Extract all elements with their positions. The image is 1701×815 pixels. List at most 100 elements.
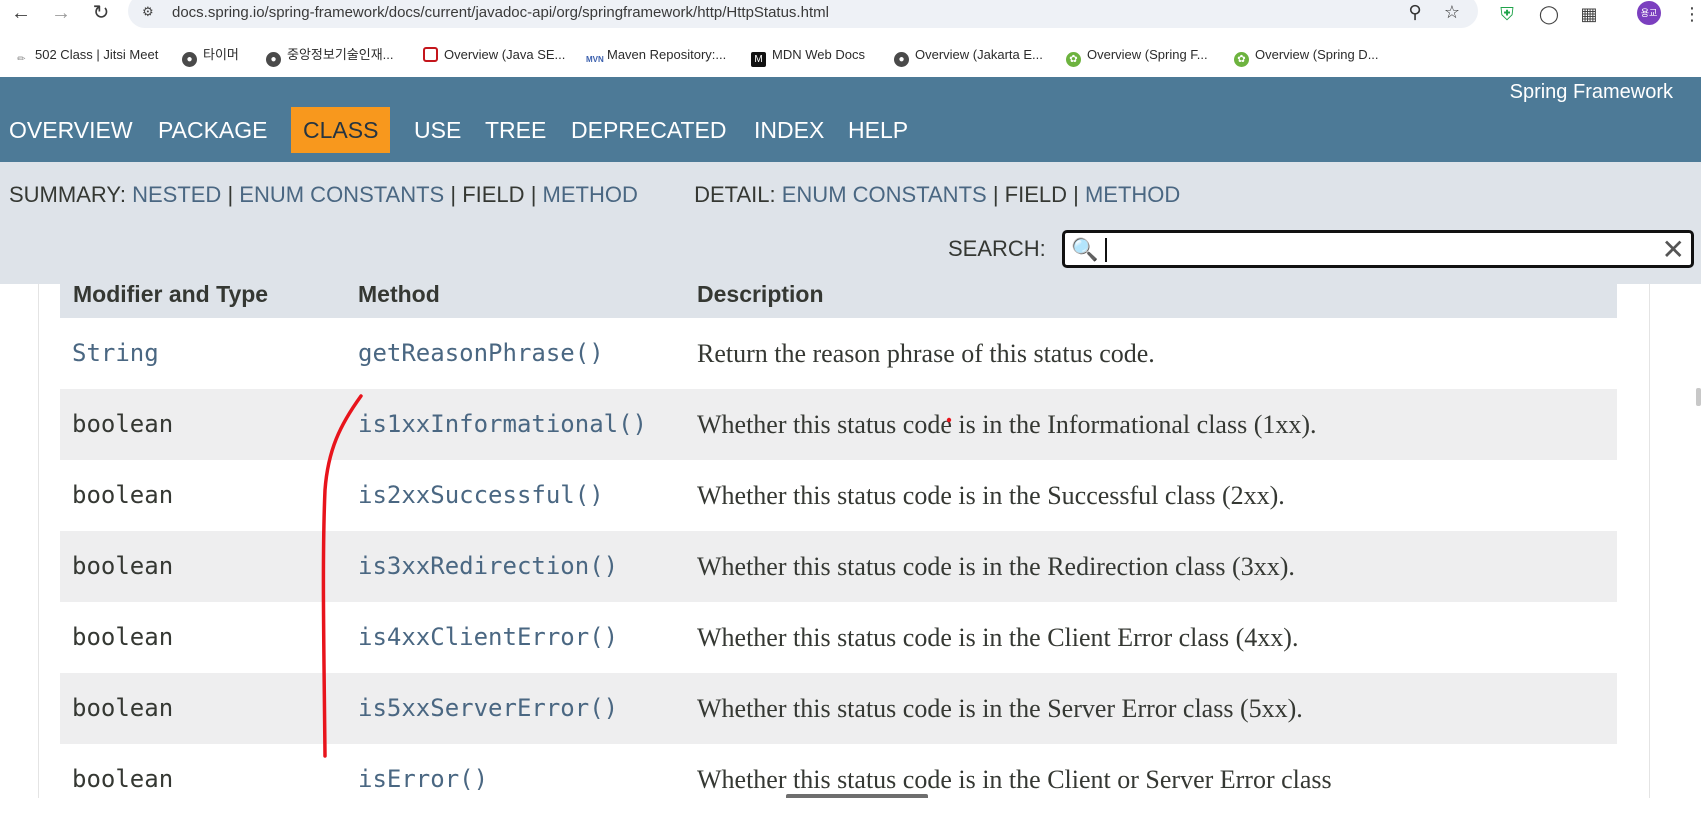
- separator: |: [992, 182, 999, 207]
- search-label: SEARCH:: [948, 236, 1046, 261]
- nav-index[interactable]: INDEX: [742, 107, 836, 153]
- bookmark-item[interactable]: ● 타이머: [182, 43, 239, 67]
- detail-method-link[interactable]: METHOD: [1085, 182, 1180, 207]
- return-type: boolean: [72, 694, 174, 722]
- zoom-icon[interactable]: ⚲: [1404, 1, 1426, 23]
- bookmark-item[interactable]: ● Overview (Jakarta E...: [894, 43, 1043, 67]
- method-description: Whether this status code is in the Clien…: [697, 765, 1332, 794]
- bookmark-label: Maven Repository:...: [607, 47, 727, 62]
- nav-deprecated[interactable]: DEPRECATED: [559, 107, 739, 153]
- column-header-description: Description: [697, 281, 824, 307]
- method-link[interactable]: getReasonPhrase(): [358, 318, 604, 389]
- return-type-link[interactable]: String: [72, 318, 159, 389]
- table-row: boolean isError() Whether this status co…: [60, 744, 1617, 815]
- scrollbar-thumb[interactable]: [1696, 388, 1701, 406]
- browser-toolbar: ← → ↻ ⚙ docs.spring.io/spring-framework/…: [0, 0, 1701, 77]
- javadoc-sub-nav: SUMMARY: NESTED | ENUM CONSTANTS | FIELD…: [0, 162, 1701, 284]
- nav-class[interactable]: CLASS: [291, 107, 391, 153]
- bookmark-label: Overview (Spring F...: [1087, 47, 1208, 62]
- search-icon: 🔍: [1071, 237, 1099, 262]
- detail-field-text: FIELD: [1004, 182, 1068, 207]
- bookmark-label: Overview (Spring D...: [1255, 47, 1379, 62]
- back-icon[interactable]: ←: [8, 2, 34, 24]
- spring-icon: ✿: [1234, 52, 1249, 67]
- summary-method-link[interactable]: METHOD: [543, 182, 638, 207]
- nav-overview[interactable]: OVERVIEW: [0, 107, 145, 153]
- summary-field-text: FIELD: [462, 182, 525, 207]
- brand-title: Spring Framework: [1509, 81, 1673, 103]
- separator: |: [227, 182, 234, 207]
- return-type: boolean: [72, 765, 174, 793]
- method-link[interactable]: is4xxClientError(): [358, 602, 618, 673]
- globe-icon: ●: [894, 52, 909, 67]
- table-row: boolean is1xxInformational() Whether thi…: [60, 389, 1617, 460]
- spring-icon: ✿: [1066, 52, 1081, 67]
- bottom-indicator: [786, 794, 928, 798]
- detail-label: DETAIL:: [694, 182, 776, 207]
- return-type: boolean: [72, 623, 174, 651]
- shield-extension-icon[interactable]: ⛨: [1495, 2, 1519, 26]
- bookmark-item[interactable]: ✿ Overview (Spring D...: [1234, 43, 1379, 67]
- method-link[interactable]: is1xxInformational(): [358, 389, 647, 460]
- bookmark-item[interactable]: ✏ 502 Class | Jitsi Meet: [14, 43, 158, 67]
- method-description: Whether this status code is in the Succe…: [697, 481, 1285, 510]
- return-type: boolean: [72, 552, 174, 580]
- separator: |: [450, 182, 457, 207]
- bookmark-item[interactable]: ✿ Overview (Spring F...: [1066, 43, 1208, 67]
- nav-tree[interactable]: TREE: [473, 107, 558, 153]
- method-link[interactable]: is3xxRedirection(): [358, 531, 618, 602]
- column-header-method: Method: [358, 281, 440, 307]
- globe-icon: ●: [182, 52, 197, 67]
- summary-nested-link[interactable]: NESTED: [132, 182, 221, 207]
- table-row: boolean is2xxSuccessful() Whether this s…: [60, 460, 1617, 531]
- bookmark-star-icon[interactable]: ☆: [1441, 1, 1463, 23]
- table-row: boolean is5xxServerError() Whether this …: [60, 673, 1617, 744]
- bookmark-label: MDN Web Docs: [772, 47, 865, 62]
- extension-circle-icon[interactable]: ◯: [1537, 2, 1561, 26]
- oracle-icon: [423, 47, 438, 62]
- bookmark-label: 타이머: [203, 47, 239, 62]
- search-input[interactable]: 🔍 ✕: [1062, 230, 1694, 268]
- method-link[interactable]: is2xxSuccessful(): [358, 460, 604, 531]
- return-type: boolean: [72, 481, 174, 509]
- bookmark-item[interactable]: MVN Maven Repository:...: [586, 43, 726, 67]
- reload-icon[interactable]: ↻: [88, 2, 114, 24]
- bookmark-item[interactable]: Overview (Java SE...: [423, 43, 565, 67]
- bookmark-label: 중앙정보기술인재...: [287, 47, 394, 62]
- javadoc-top-nav: OVERVIEW PACKAGE CLASS USE TREE DEPRECAT…: [0, 77, 1701, 162]
- method-description: Return the reason phrase of this status …: [697, 339, 1155, 368]
- clear-search-icon[interactable]: ✕: [1662, 234, 1685, 266]
- site-info-icon[interactable]: ⚙: [142, 5, 158, 19]
- globe-icon: ●: [266, 52, 281, 67]
- separator: |: [1073, 182, 1079, 207]
- forward-icon[interactable]: →: [48, 2, 74, 24]
- table-row: String getReasonPhrase() Return the reas…: [60, 318, 1617, 389]
- bookmark-label: Overview (Jakarta E...: [915, 47, 1043, 62]
- summary-label: SUMMARY:: [9, 182, 126, 207]
- detail-enum-constants-link[interactable]: ENUM CONSTANTS: [782, 182, 987, 207]
- profile-avatar[interactable]: 용교: [1637, 1, 1661, 25]
- column-header-type: Modifier and Type: [73, 281, 269, 307]
- method-description: Whether this status code is in the Serve…: [697, 694, 1303, 723]
- bookmark-item[interactable]: M MDN Web Docs: [751, 43, 865, 67]
- method-link[interactable]: isError(): [358, 744, 488, 815]
- table-row: boolean is4xxClientError() Whether this …: [60, 602, 1617, 673]
- url-text[interactable]: docs.spring.io/spring-framework/docs/cur…: [172, 4, 829, 21]
- return-type: boolean: [72, 410, 174, 438]
- mdn-icon: M: [751, 52, 766, 67]
- extensions-puzzle-icon[interactable]: ▦: [1577, 2, 1601, 26]
- nav-package[interactable]: PACKAGE: [146, 107, 280, 153]
- maven-icon: MVN: [586, 52, 604, 67]
- method-description: Whether this status code is in the Clien…: [697, 623, 1299, 652]
- summary-enum-constants-link[interactable]: ENUM CONSTANTS: [239, 182, 444, 207]
- bookmark-item[interactable]: ● 중앙정보기술인재...: [266, 43, 394, 67]
- summary-detail-links: SUMMARY: NESTED | ENUM CONSTANTS | FIELD…: [9, 182, 1180, 208]
- bookmark-label: Overview (Java SE...: [444, 47, 566, 62]
- address-bar[interactable]: ⚙ docs.spring.io/spring-framework/docs/c…: [128, 0, 1478, 28]
- jitsi-icon: ✏: [17, 54, 26, 65]
- nav-use[interactable]: USE: [402, 107, 473, 153]
- nav-help[interactable]: HELP: [836, 107, 920, 153]
- method-link[interactable]: is5xxServerError(): [358, 673, 618, 744]
- bookmark-label: 502 Class | Jitsi Meet: [35, 47, 159, 62]
- browser-menu-icon[interactable]: ⋮: [1683, 2, 1701, 26]
